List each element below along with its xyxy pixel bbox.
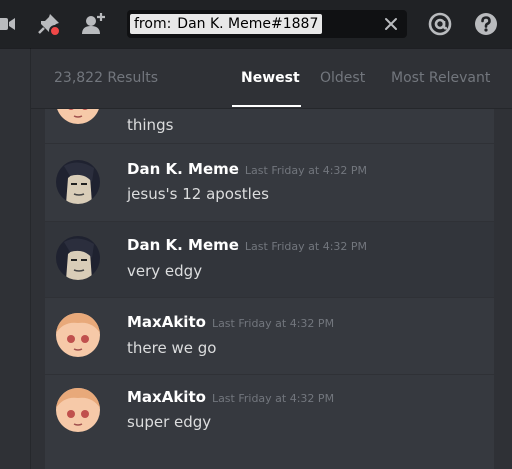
- search-filter-value: Dan K. Meme#1887: [177, 16, 319, 32]
- channel-toolbar: from: Dan K. Meme#1887: [0, 0, 512, 48]
- message-content: things: [127, 116, 174, 134]
- message-content: jesus's 12 apostles: [127, 185, 269, 203]
- active-tab-indicator: [232, 105, 301, 107]
- chat-area-edge: [0, 48, 31, 469]
- search-result-message[interactable]: Dan K. Meme Last Friday at 4:32 PM jesus'…: [45, 143, 498, 222]
- result-count: 23,822 Results: [54, 70, 158, 86]
- author-name[interactable]: Dan K. Meme: [127, 236, 239, 254]
- message-timestamp: Last Friday at 4:32 PM: [211, 392, 335, 405]
- message-content: very edgy: [127, 262, 203, 280]
- maxakito-avatar[interactable]: [56, 388, 100, 432]
- author-name[interactable]: Dan K. Meme: [127, 160, 239, 178]
- maxakito-avatar[interactable]: [56, 109, 100, 124]
- pin-icon[interactable]: [36, 11, 62, 37]
- clear-search-icon[interactable]: [383, 16, 399, 32]
- message-author[interactable]: MaxAkito Last Friday at 4:32 PM: [127, 388, 334, 406]
- discord-window: from: Dan K. Meme#1887 23,822 Results Ne…: [0, 0, 512, 469]
- message-author[interactable]: Dan K. Meme Last Friday at 4:32 PM: [127, 236, 367, 254]
- mention-icon[interactable]: [427, 11, 453, 37]
- search-filter-chip: from: Dan K. Meme#1887: [130, 14, 323, 34]
- search-results-list: things Dan K. Meme Last Friday at 4:32 PM…: [45, 109, 498, 469]
- search-result-message[interactable]: things: [45, 109, 498, 144]
- search-results-header: 23,822 Results Newest Oldest Most Releva…: [31, 48, 512, 109]
- message-content: super edgy: [127, 413, 212, 431]
- help-icon[interactable]: [473, 11, 499, 37]
- search-result-message[interactable]: Dan K. Meme Last Friday at 4:32 PM very e…: [45, 221, 498, 298]
- video-call-icon[interactable]: [0, 11, 18, 37]
- tab-newest[interactable]: Newest: [241, 70, 300, 86]
- tab-most-relevant[interactable]: Most Relevant: [391, 70, 490, 86]
- message-content: there we go: [127, 339, 217, 357]
- maxakito-avatar[interactable]: [56, 313, 100, 357]
- message-author[interactable]: Dan K. Meme Last Friday at 4:32 PM: [127, 160, 367, 178]
- search-filter-operator: from:: [134, 16, 172, 32]
- add-member-icon[interactable]: [80, 11, 106, 37]
- author-name[interactable]: MaxAkito: [127, 313, 206, 331]
- message-author[interactable]: MaxAkito Last Friday at 4:32 PM: [127, 313, 334, 331]
- tab-oldest[interactable]: Oldest: [320, 70, 365, 86]
- results-scrollbar[interactable]: [494, 109, 498, 469]
- search-results-panel: 23,822 Results Newest Oldest Most Releva…: [31, 48, 512, 469]
- author-name[interactable]: MaxAkito: [127, 388, 206, 406]
- message-timestamp: Last Friday at 4:32 PM: [244, 164, 368, 177]
- search-result-message[interactable]: MaxAkito Last Friday at 4:32 PM there we …: [45, 297, 498, 375]
- dan-k-meme-avatar[interactable]: [56, 236, 100, 280]
- search-input[interactable]: from: Dan K. Meme#1887: [127, 10, 407, 38]
- message-timestamp: Last Friday at 4:32 PM: [211, 317, 335, 330]
- search-result-message[interactable]: MaxAkito Last Friday at 4:32 PM super edg…: [45, 374, 498, 469]
- dan-k-meme-avatar[interactable]: [56, 160, 100, 204]
- message-timestamp: Last Friday at 4:32 PM: [244, 240, 368, 253]
